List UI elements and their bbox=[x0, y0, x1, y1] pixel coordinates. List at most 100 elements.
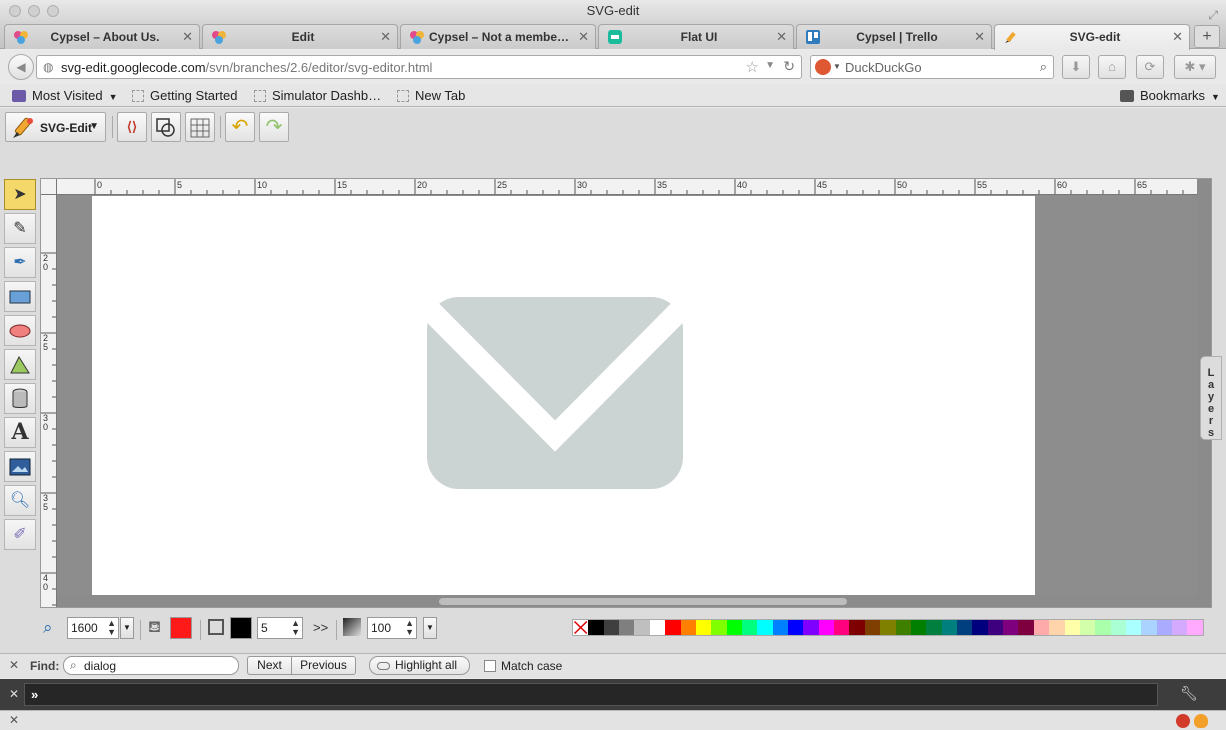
no-color-swatch[interactable] bbox=[573, 620, 589, 635]
palette-swatch[interactable] bbox=[941, 620, 957, 635]
back-button[interactable]: ◀ bbox=[8, 54, 34, 80]
bookmark-star-icon[interactable]: ☆ bbox=[746, 58, 759, 76]
zoom-window-icon[interactable] bbox=[47, 5, 59, 17]
palette-swatch[interactable] bbox=[803, 620, 819, 635]
palette-swatch[interactable] bbox=[665, 620, 681, 635]
stroke-width-input[interactable]: 5 ▲ ▼ bbox=[257, 617, 303, 639]
tab-cypsel-about[interactable]: Cypsel – About Us. ✕ bbox=[4, 24, 200, 49]
close-tab-icon[interactable]: ✕ bbox=[380, 29, 391, 45]
find-input[interactable]: ⌕ dialog bbox=[63, 656, 239, 675]
palette-swatch[interactable] bbox=[772, 620, 789, 635]
reload-icon[interactable]: ↻ bbox=[783, 58, 795, 75]
rectangle-tool[interactable] bbox=[4, 281, 36, 312]
close-tab-icon[interactable]: ✕ bbox=[578, 29, 589, 45]
palette-swatch[interactable] bbox=[1187, 620, 1203, 635]
horizontal-scrollbar[interactable] bbox=[439, 598, 847, 605]
opacity-input[interactable]: 100 ▲ ▼ bbox=[367, 617, 417, 639]
find-next-button[interactable]: Next bbox=[247, 656, 292, 675]
palette-swatch[interactable] bbox=[649, 620, 666, 635]
stepper-arrows-icon[interactable]: ▲ ▼ bbox=[291, 619, 300, 637]
palette-swatch[interactable] bbox=[1049, 620, 1065, 635]
tab-cypsel-not-member[interactable]: Cypsel – Not a member… ✕ bbox=[400, 24, 596, 49]
palette-swatch[interactable] bbox=[1172, 620, 1188, 635]
undo-button[interactable]: ↶ bbox=[225, 112, 255, 142]
opacity-dropdown-button[interactable]: ▼ bbox=[423, 617, 437, 639]
palette-swatch[interactable] bbox=[1018, 620, 1034, 635]
close-console-icon[interactable]: ✕ bbox=[9, 687, 19, 701]
eyedropper-tool[interactable]: ✐ bbox=[4, 519, 36, 550]
engine-dropdown-icon[interactable]: ▼ bbox=[833, 62, 841, 71]
home-button[interactable]: ⌂ bbox=[1098, 55, 1126, 79]
palette-swatch[interactable] bbox=[619, 620, 635, 635]
tab-edit[interactable]: Edit ✕ bbox=[202, 24, 398, 49]
site-identity-icon[interactable]: ◍ bbox=[43, 60, 53, 74]
minimize-window-icon[interactable] bbox=[28, 5, 40, 17]
palette-swatch[interactable] bbox=[1003, 620, 1019, 635]
palette-swatch[interactable] bbox=[956, 620, 973, 635]
stepper-arrows-icon[interactable]: ▲ ▼ bbox=[405, 619, 414, 637]
palette-swatch[interactable] bbox=[680, 620, 696, 635]
palette-swatch[interactable] bbox=[1125, 620, 1142, 635]
palette-swatch[interactable] bbox=[849, 620, 865, 635]
source-view-button[interactable]: ⟨⟩ bbox=[117, 112, 147, 142]
close-tab-icon[interactable]: ✕ bbox=[182, 29, 193, 45]
palette-swatch[interactable] bbox=[1141, 620, 1157, 635]
palette-swatch[interactable] bbox=[711, 620, 727, 635]
palette-swatch[interactable] bbox=[895, 620, 911, 635]
bookmarks-menu[interactable]: Bookmarks ▼ bbox=[1120, 88, 1220, 103]
palette-swatch[interactable] bbox=[1064, 620, 1080, 635]
wireframe-button[interactable] bbox=[151, 112, 181, 142]
search-bar[interactable]: ▼ DuckDuckGo ⌕ bbox=[810, 55, 1054, 79]
close-tab-icon[interactable]: ✕ bbox=[1172, 29, 1183, 45]
addon-status-icon[interactable] bbox=[1176, 714, 1190, 728]
text-tool[interactable]: A bbox=[4, 417, 36, 448]
tab-trello[interactable]: Cypsel | Trello ✕ bbox=[796, 24, 992, 49]
path-tool[interactable] bbox=[4, 349, 36, 380]
close-addon-bar-icon[interactable]: ✕ bbox=[9, 713, 19, 727]
close-tab-icon[interactable]: ✕ bbox=[776, 29, 787, 45]
palette-swatch[interactable] bbox=[757, 620, 773, 635]
drawing-canvas[interactable] bbox=[92, 196, 1035, 595]
firebug-icon[interactable] bbox=[1194, 714, 1208, 728]
addon-menu-button[interactable]: ✱ ▾ bbox=[1174, 55, 1216, 79]
bookmark-simulator-dashboard[interactable]: Simulator Dashb… bbox=[254, 88, 381, 103]
palette-swatch[interactable] bbox=[741, 620, 758, 635]
new-tab-button[interactable]: + bbox=[1194, 25, 1220, 48]
history-dropdown-icon[interactable]: ▼ bbox=[765, 60, 775, 71]
redo-button[interactable]: ↷ bbox=[259, 112, 289, 142]
grid-button[interactable] bbox=[185, 112, 215, 142]
match-case-checkbox[interactable] bbox=[484, 660, 496, 672]
palette-swatch[interactable] bbox=[1033, 620, 1050, 635]
layers-panel-toggle[interactable]: Layers bbox=[1200, 356, 1222, 440]
close-tab-icon[interactable]: ✕ bbox=[974, 29, 985, 45]
palette-swatch[interactable] bbox=[695, 620, 712, 635]
close-window-icon[interactable] bbox=[9, 5, 21, 17]
stepper-arrows-icon[interactable]: ▲ ▼ bbox=[107, 619, 116, 637]
palette-swatch[interactable] bbox=[880, 620, 896, 635]
sync-button[interactable]: ⟳ bbox=[1136, 55, 1164, 79]
palette-swatch[interactable] bbox=[1156, 620, 1173, 635]
bookmark-getting-started[interactable]: Getting Started bbox=[132, 88, 237, 103]
palette-swatch[interactable] bbox=[987, 620, 1004, 635]
zoom-dropdown-button[interactable]: ▼ bbox=[120, 617, 134, 639]
find-previous-button[interactable]: Previous bbox=[291, 656, 356, 675]
palette-swatch[interactable] bbox=[818, 620, 835, 635]
duckduckgo-icon[interactable] bbox=[815, 59, 831, 75]
highlight-all-toggle[interactable]: Highlight all bbox=[369, 656, 470, 675]
palette-swatch[interactable] bbox=[726, 620, 742, 635]
palette-swatch[interactable] bbox=[926, 620, 942, 635]
shape-library-tool[interactable] bbox=[4, 383, 36, 414]
palette-swatch[interactable] bbox=[834, 620, 850, 635]
more-options-icon[interactable]: >> bbox=[313, 620, 328, 635]
select-tool[interactable]: ➤ bbox=[4, 179, 36, 210]
palette-swatch[interactable] bbox=[1110, 620, 1126, 635]
url-bar[interactable]: ◍ svg-edit.googlecode.com/svn/branches/2… bbox=[36, 55, 802, 79]
tab-flat-ui[interactable]: Flat UI ✕ bbox=[598, 24, 794, 49]
stroke-color-swatch[interactable] bbox=[230, 617, 252, 639]
line-tool[interactable]: ✒ bbox=[4, 247, 36, 278]
palette-swatch[interactable] bbox=[788, 620, 804, 635]
bookmark-new-tab[interactable]: New Tab bbox=[397, 88, 465, 103]
downloads-button[interactable]: ⬇ bbox=[1062, 55, 1090, 79]
palette-swatch[interactable] bbox=[603, 620, 620, 635]
palette-swatch[interactable] bbox=[972, 620, 988, 635]
